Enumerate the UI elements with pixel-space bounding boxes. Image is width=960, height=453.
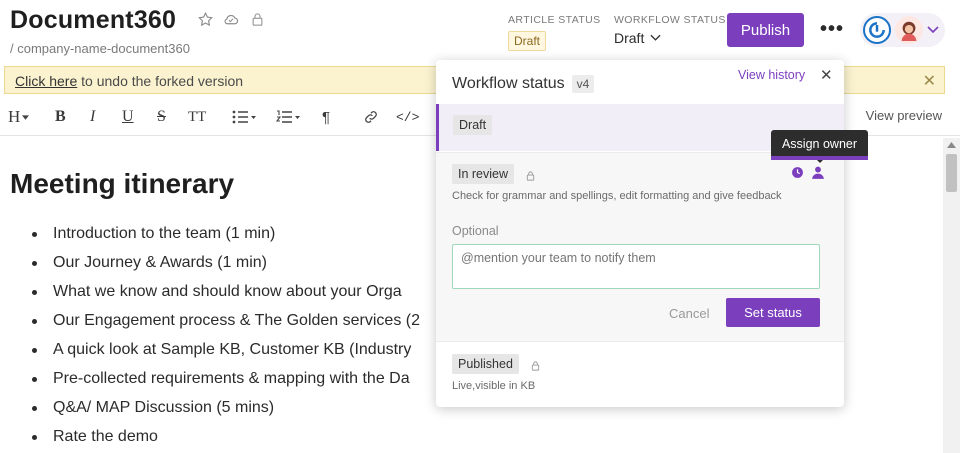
banner-close-icon[interactable]: ✕ xyxy=(923,71,936,91)
list-item: What we know and should know about your … xyxy=(30,282,420,311)
set-status-button[interactable]: Set status xyxy=(726,298,820,327)
brand-avatar xyxy=(863,16,891,44)
in-review-description: Check for grammar and spellings, edit fo… xyxy=(452,190,782,202)
optional-label: Optional xyxy=(452,224,499,238)
in-review-status-chip: In review xyxy=(452,164,515,184)
content-list: Introduction to the team (1 min) Our Jou… xyxy=(30,224,420,453)
workflow-step-published[interactable]: Published Live,visible in KB xyxy=(436,343,844,407)
avatar xyxy=(895,16,923,44)
link-icon[interactable] xyxy=(363,107,379,127)
chevron-down-icon xyxy=(650,34,661,41)
popover-title: Workflow status v4 xyxy=(452,75,595,93)
banner-text: Click here to undo the forked version xyxy=(15,73,243,89)
italic-icon[interactable]: I xyxy=(90,107,95,127)
cancel-button[interactable]: Cancel xyxy=(669,306,709,321)
more-options-icon[interactable]: ••• xyxy=(820,19,844,39)
published-description: Live,visible in KB xyxy=(452,380,536,392)
close-icon[interactable]: ✕ xyxy=(820,66,833,84)
view-preview-link[interactable]: View preview xyxy=(866,108,942,123)
scrollbar-thumb[interactable] xyxy=(946,154,957,192)
workflow-status-dropdown[interactable]: Draft xyxy=(614,30,726,46)
article-status-label: ARTICLE STATUS xyxy=(508,14,601,26)
list-item: Our Journey & Awards (1 min) xyxy=(30,253,420,282)
code-icon[interactable]: </> xyxy=(396,107,419,127)
workflow-status: WORKFLOW STATUS Draft xyxy=(614,14,726,46)
numbered-list-icon[interactable] xyxy=(276,107,300,127)
undo-fork-link[interactable]: Click here xyxy=(15,73,77,89)
published-status-chip: Published xyxy=(452,354,519,374)
header: Document360 / company-name-document360 A… xyxy=(0,0,960,62)
list-item: Our Engagement process & The Golden serv… xyxy=(30,311,420,340)
heading-dropdown[interactable]: H xyxy=(8,107,30,127)
page-title: Document360 xyxy=(10,6,177,34)
version-badge: v4 xyxy=(571,75,595,93)
list-item: Rate the demo xyxy=(30,427,420,453)
popover-title-text: Workflow status xyxy=(452,75,565,92)
list-item: A quick look at Sample KB, Customer KB (… xyxy=(30,340,420,369)
bullet-list-icon[interactable] xyxy=(232,107,256,127)
list-item: Pre-collected requirements & mapping wit… xyxy=(30,369,420,398)
heading-icon: H xyxy=(8,107,21,126)
chevron-down-icon xyxy=(927,26,939,34)
list-item: Q&A/ MAP Discussion (5 mins) xyxy=(30,398,420,427)
cloud-icon xyxy=(222,10,240,28)
strikethrough-icon[interactable]: S xyxy=(157,107,166,127)
editor-scrollbar[interactable] xyxy=(943,138,960,453)
article-status-badge: Draft xyxy=(508,31,547,51)
publish-button[interactable]: Publish xyxy=(727,13,804,47)
list-item: Introduction to the team (1 min) xyxy=(30,224,420,253)
bold-icon[interactable]: B xyxy=(55,107,66,127)
text-size-icon[interactable]: TT xyxy=(188,107,206,127)
assign-owner-icon[interactable] xyxy=(811,165,825,185)
paragraph-icon[interactable]: ¶ xyxy=(322,107,330,127)
article-status: ARTICLE STATUS Draft xyxy=(508,14,601,51)
lock-icon[interactable] xyxy=(248,10,266,28)
tooltip-accent-bar xyxy=(771,156,868,160)
breadcrumb[interactable]: / company-name-document360 xyxy=(10,41,190,56)
title-actions xyxy=(196,10,266,28)
lock-icon xyxy=(525,169,536,187)
underline-icon[interactable]: U xyxy=(122,107,134,127)
workflow-status-label: WORKFLOW STATUS xyxy=(614,14,726,26)
content-heading: Meeting itinerary xyxy=(10,168,235,199)
user-menu[interactable] xyxy=(860,13,945,47)
workflow-status-value: Draft xyxy=(614,30,645,46)
view-history-link[interactable]: View history xyxy=(738,68,805,82)
clock-icon[interactable] xyxy=(791,166,804,184)
workflow-status-popover: Workflow status v4 View history ✕ Draft … xyxy=(436,60,844,407)
workflow-step-in-review: In review Check for grammar and spelling… xyxy=(436,152,844,342)
lock-icon xyxy=(530,359,541,377)
editor-page: Document360 / company-name-document360 A… xyxy=(0,0,960,453)
draft-status-chip: Draft xyxy=(453,115,493,135)
star-icon[interactable] xyxy=(196,10,214,28)
mention-input[interactable] xyxy=(452,244,820,289)
banner-message: to undo the forked version xyxy=(77,73,244,89)
assign-owner-tooltip: Assign owner xyxy=(771,130,868,163)
